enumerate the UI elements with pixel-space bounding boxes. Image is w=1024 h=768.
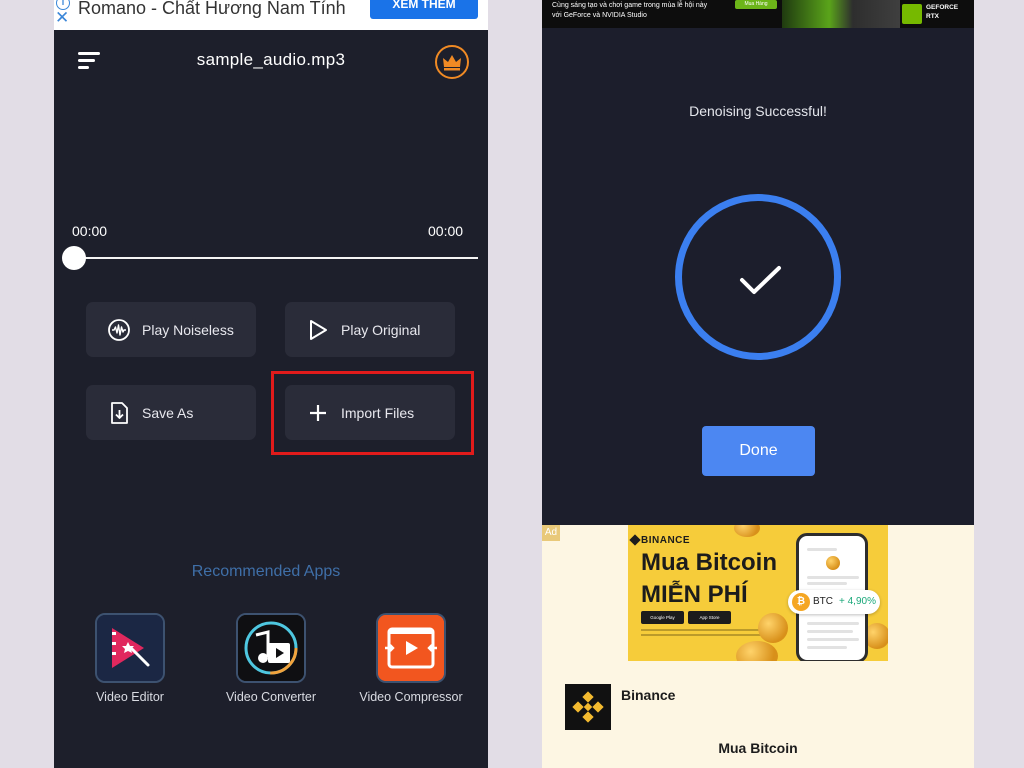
file-title: sample_audio.mp3 <box>196 50 346 69</box>
waveform-icon <box>106 317 132 343</box>
video-editor-icon[interactable] <box>95 613 165 683</box>
play-original-label: Play Original <box>341 321 421 338</box>
geforce-rtx-brand: GEFORCE RTX <box>926 3 958 21</box>
coin-icon <box>734 525 760 537</box>
ad-cta-text[interactable]: Mua Bitcoin <box>542 740 974 756</box>
audio-denoiser-screen: i ✕ Romano - Chất Hương Nam Tính XEM THÊ… <box>54 0 488 768</box>
ad-headline-1: Mua Bitcoin <box>641 549 777 576</box>
denoise-result-screen: Cùng sáng tạo và chơi game trong mùa lễ … <box>542 0 974 768</box>
app-label-video-converter: Video Converter <box>225 690 317 704</box>
app-label-video-editor: Video Editor <box>96 690 164 704</box>
save-as-label: Save As <box>142 404 194 421</box>
binance-ad[interactable]: Ad BINANCE Mua Bitcoin MIỄN PHÍ Google P… <box>542 525 974 768</box>
crown-icon[interactable] <box>435 45 469 79</box>
denoise-status-message: Denoising Successful! <box>689 103 827 119</box>
bitcoin-icon: ₿ <box>792 593 810 611</box>
advertiser-name: Binance <box>621 687 676 703</box>
ad-product-image <box>782 0 900 28</box>
binance-mark-icon <box>629 534 641 546</box>
highlight-annotation <box>271 371 474 455</box>
video-compressor-icon[interactable] <box>376 613 446 683</box>
recommended-apps-title: Recommended Apps <box>191 563 341 580</box>
fine-print <box>641 634 761 636</box>
success-ring <box>675 194 841 360</box>
download-file-icon <box>106 400 132 426</box>
binance-logo-icon <box>565 684 611 730</box>
total-time: 00:00 <box>428 223 464 239</box>
ad-close-icon[interactable]: ✕ <box>55 8 69 28</box>
nvidia-logo-icon <box>902 4 922 24</box>
google-play-badge[interactable]: Google Play <box>641 611 684 624</box>
checkmark-icon <box>740 266 781 294</box>
btc-change: + 4,90% <box>839 596 876 607</box>
video-converter-icon[interactable] <box>236 613 306 683</box>
play-icon <box>305 317 331 343</box>
banner-ad[interactable]: i ✕ Romano - Chất Hương Nam Tính XEM THÊ… <box>54 0 488 30</box>
app-store-badge[interactable]: App Store <box>688 611 731 624</box>
done-button[interactable]: Done <box>702 426 815 476</box>
seek-thumb[interactable] <box>62 246 86 270</box>
ad-badge: Ad <box>542 525 560 541</box>
save-as-button[interactable]: Save As <box>86 385 256 440</box>
play-noiseless-label: Play Noiseless <box>142 321 234 338</box>
app-label-video-compressor: Video Compressor <box>359 690 463 704</box>
coin-icon <box>736 641 778 661</box>
play-noiseless-button[interactable]: Play Noiseless <box>86 302 256 357</box>
btc-ticker: ₿ BTC + 4,90% <box>788 590 880 614</box>
ad-text: Romano - Chất Hương Nam Tính <box>78 0 346 18</box>
current-time: 00:00 <box>72 223 108 239</box>
ad-line-2: với GeForce và NVIDIA Studio <box>552 12 647 19</box>
ad-cta-button[interactable]: XEM THÊM <box>370 0 478 19</box>
nvidia-banner-ad[interactable]: Cùng sáng tạo và chơi game trong mùa lễ … <box>542 0 974 28</box>
brand-line-2: RTX <box>926 13 939 20</box>
binance-brand-label: BINANCE <box>641 535 691 546</box>
seek-bar[interactable] <box>74 257 478 259</box>
coin-icon <box>758 613 788 643</box>
ad-tag[interactable]: Mua Hàng <box>735 0 777 9</box>
play-original-button[interactable]: Play Original <box>285 302 455 357</box>
binance-banner[interactable]: BINANCE Mua Bitcoin MIỄN PHÍ Google Play… <box>628 525 888 661</box>
btc-symbol: BTC <box>813 596 833 607</box>
ad-headline-2: MIỄN PHÍ <box>641 581 748 608</box>
ad-line-1: Cùng sáng tạo và chơi game trong mùa lễ … <box>552 2 708 9</box>
brand-line-1: GEFORCE <box>926 4 959 11</box>
